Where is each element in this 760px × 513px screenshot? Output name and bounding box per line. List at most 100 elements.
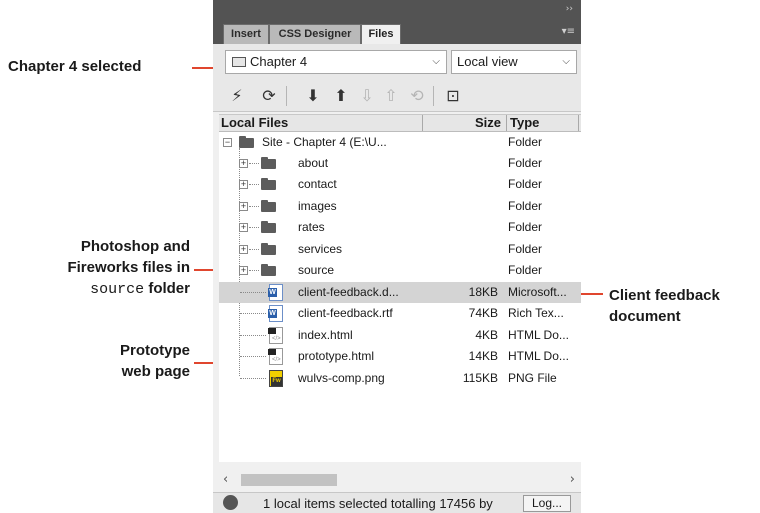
get-files-icon[interactable]: ⬇: [303, 86, 323, 106]
word-doc-icon: [268, 284, 283, 301]
connect-icon[interactable]: ⚡: [227, 86, 247, 106]
tree-row-file[interactable]: client-feedback.d... 18KB Microsoft...: [219, 282, 581, 303]
tree-item-type: Folder: [508, 156, 543, 170]
tree-item-label: rates: [298, 220, 325, 234]
tree-guide: [240, 292, 266, 293]
globe-icon: [223, 495, 238, 510]
fireworks-png-icon: [269, 370, 283, 387]
panel-menu-icon[interactable]: ▾≡: [562, 26, 575, 37]
tree-item-label: contact: [298, 177, 337, 191]
tree-item-type: Folder: [508, 135, 543, 149]
folder-icon: [261, 243, 276, 255]
tree-guide: [249, 163, 259, 164]
synchronize-icon[interactable]: ⟲: [407, 86, 427, 106]
callout-proto-line1: Prototype: [119, 342, 190, 359]
column-divider[interactable]: [578, 115, 579, 131]
tree-row-folder[interactable]: + contact Folder: [219, 174, 581, 195]
column-divider[interactable]: [422, 115, 423, 131]
view-select[interactable]: Local view ⌵: [451, 50, 577, 74]
site-folder-icon: [232, 57, 246, 67]
column-divider[interactable]: [506, 115, 507, 131]
collapse-toggle-icon[interactable]: −: [223, 138, 232, 147]
tree-item-size: 4KB: [475, 328, 498, 342]
tree-row-folder[interactable]: + source Folder: [219, 260, 581, 281]
expand-toggle-icon[interactable]: +: [239, 180, 248, 189]
tree-item-type: PNG File: [508, 371, 557, 385]
expand-toggle-icon[interactable]: +: [239, 266, 248, 275]
file-list-header: Local Files Size Type: [219, 114, 581, 132]
horizontal-scrollbar[interactable]: ‹ ›: [219, 470, 581, 490]
column-local-files[interactable]: Local Files: [221, 115, 288, 131]
status-bar: 1 local items selected totalling 17456 b…: [213, 492, 581, 513]
check-in-icon[interactable]: ⇧: [381, 86, 401, 106]
tree-item-type: Folder: [508, 177, 543, 191]
callout-photoshop-fireworks: Photoshop and Fireworks files in source …: [26, 236, 190, 300]
tree-row-root[interactable]: − Site - Chapter 4 (E:\U... Folder: [219, 132, 581, 153]
scroll-right-icon[interactable]: ›: [570, 472, 575, 487]
callout-ps-line3: source folder: [26, 278, 190, 300]
tree-item-type: Rich Tex...: [508, 306, 564, 320]
check-out-icon[interactable]: ⇩: [357, 86, 377, 106]
expand-toggle-icon[interactable]: +: [239, 159, 248, 168]
expand-icon[interactable]: ⊡: [443, 86, 463, 106]
tree-row-folder[interactable]: + rates Folder: [219, 217, 581, 238]
expand-toggle-icon[interactable]: +: [239, 223, 248, 232]
callout-chapter-selected: Chapter 4 selected: [8, 58, 142, 75]
callout-prototype: Prototype web page: [70, 340, 190, 382]
tree-item-label: index.html: [298, 328, 353, 342]
log-button[interactable]: Log...: [523, 495, 571, 512]
toolbar-divider: [286, 86, 287, 106]
file-list: − Site - Chapter 4 (E:\U... Folder + abo…: [219, 132, 581, 462]
view-select-value: Local view: [457, 54, 518, 69]
tree-row-folder[interactable]: + about Folder: [219, 153, 581, 174]
scroll-left-icon[interactable]: ‹: [223, 472, 228, 487]
tree-row-file[interactable]: index.html 4KB HTML Do...: [219, 325, 581, 346]
toolbar-divider: [433, 86, 434, 106]
callout-ps-rest: folder: [144, 280, 190, 297]
tree-item-size: 14KB: [468, 349, 498, 363]
tree-item-label: Site - Chapter 4 (E:\U...: [262, 135, 387, 149]
files-panel: ›› Insert CSS Designer Files ▾≡ Chapter …: [213, 0, 581, 513]
panel-title-bar: ››: [213, 0, 581, 20]
tree-item-label: images: [298, 199, 337, 213]
folder-icon: [261, 221, 276, 233]
tree-item-type: HTML Do...: [508, 349, 569, 363]
tree-item-type: Microsoft...: [508, 285, 567, 299]
site-select[interactable]: Chapter 4 ⌵: [225, 50, 447, 74]
scrollbar-thumb[interactable]: [241, 474, 337, 486]
folder-icon: [239, 136, 254, 148]
expand-toggle-icon[interactable]: +: [239, 202, 248, 211]
chevron-down-icon: ⌵: [432, 56, 440, 67]
expand-toggle-icon[interactable]: +: [239, 245, 248, 254]
tree-item-size: 115KB: [462, 371, 498, 385]
tree-guide: [240, 313, 266, 314]
tree-item-type: Folder: [508, 242, 543, 256]
tab-css-designer[interactable]: CSS Designer: [269, 24, 361, 44]
tree-row-folder[interactable]: + images Folder: [219, 196, 581, 217]
refresh-icon[interactable]: ⟳: [259, 86, 279, 106]
site-toolbar: Chapter 4 ⌵ Local view ⌵: [213, 44, 581, 80]
tree-item-label: client-feedback.d...: [298, 285, 399, 299]
folder-icon: [261, 264, 276, 276]
tree-row-file[interactable]: client-feedback.rtf 74KB Rich Tex...: [219, 303, 581, 324]
tree-item-type: Folder: [508, 263, 543, 277]
tree-item-label: client-feedback.rtf: [298, 306, 393, 320]
put-files-icon[interactable]: ⬆: [331, 86, 351, 106]
tree-row-file[interactable]: prototype.html 14KB HTML Do...: [219, 346, 581, 367]
tree-item-label: source: [298, 263, 335, 277]
tab-insert[interactable]: Insert: [223, 24, 269, 44]
tree-item-size: 18KB: [468, 285, 498, 299]
status-message: 1 local items selected totalling 17456 b…: [263, 496, 493, 511]
folder-icon: [261, 157, 276, 169]
chevron-down-icon: ⌵: [562, 56, 570, 67]
tab-files[interactable]: Files: [361, 24, 401, 44]
file-toolbar: ⚡ ⟳ ⬇ ⬆ ⇩ ⇧ ⟲ ⊡: [213, 80, 581, 112]
tree-item-size: 74KB: [468, 306, 498, 320]
collapse-icon[interactable]: ››: [566, 4, 573, 14]
tree-row-file[interactable]: wulvs-comp.png 115KB PNG File: [219, 368, 581, 389]
tree-item-type: Folder: [508, 220, 543, 234]
tree-row-folder[interactable]: + services Folder: [219, 239, 581, 260]
column-size[interactable]: Size: [475, 115, 501, 131]
word-doc-icon: [268, 305, 283, 322]
column-type[interactable]: Type: [510, 115, 539, 131]
